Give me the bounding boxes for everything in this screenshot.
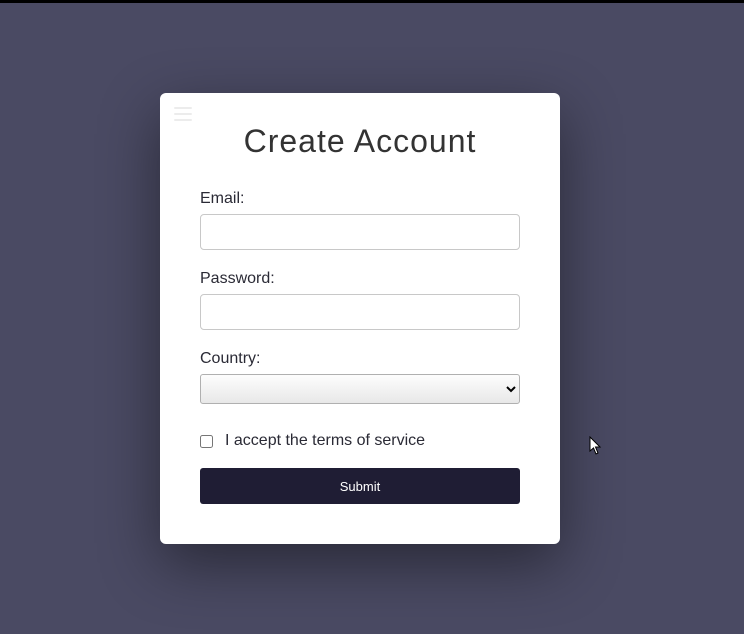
- password-label: Password:: [200, 270, 520, 288]
- password-field-group: Password:: [200, 270, 520, 330]
- window-topbar: [0, 0, 744, 3]
- country-field-group: Country:: [200, 350, 520, 404]
- submit-button[interactable]: Submit: [200, 468, 520, 504]
- email-label: Email:: [200, 190, 520, 208]
- country-select[interactable]: [200, 374, 520, 404]
- email-field-group: Email:: [200, 190, 520, 250]
- email-field[interactable]: [200, 214, 520, 250]
- mouse-cursor: [589, 436, 603, 456]
- terms-label: I accept the terms of service: [225, 432, 425, 450]
- country-label: Country:: [200, 350, 520, 368]
- password-field[interactable]: [200, 294, 520, 330]
- menu-icon[interactable]: [174, 107, 192, 121]
- terms-row: I accept the terms of service: [200, 432, 520, 450]
- terms-checkbox[interactable]: [200, 435, 213, 448]
- signup-card: Create Account Email: Password: Country:…: [160, 93, 560, 544]
- page-title: Create Account: [200, 123, 520, 160]
